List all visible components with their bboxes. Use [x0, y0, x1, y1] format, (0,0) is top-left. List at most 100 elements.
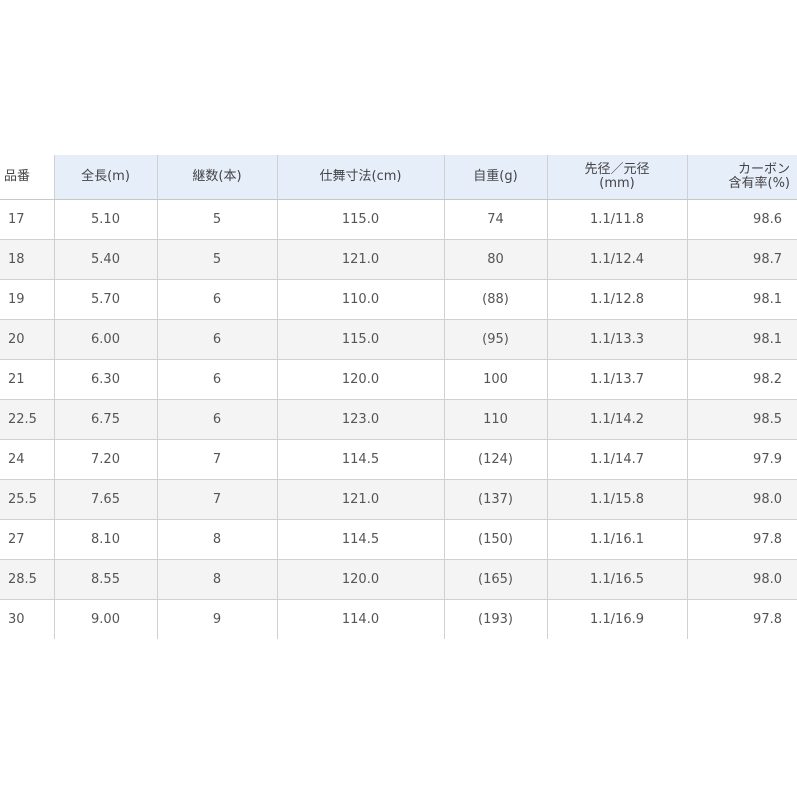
- cell-model: 30: [0, 599, 55, 639]
- table-row: 28.5 8.55 8 120.0 (165) 1.1/16.5 98.0: [0, 559, 797, 600]
- cell-sections: 5: [157, 239, 278, 280]
- cell-model: 18: [0, 239, 55, 280]
- cell-diameter: 1.1/15.8: [547, 479, 688, 520]
- cell-model: 17: [0, 199, 55, 240]
- header-closed-length: 仕舞寸法(cm): [277, 155, 445, 200]
- cell-sections: 6: [157, 279, 278, 320]
- cell-weight: (165): [444, 559, 548, 600]
- cell-model: 21: [0, 359, 55, 400]
- table-row: 27 8.10 8 114.5 (150) 1.1/16.1 97.8: [0, 519, 797, 560]
- cell-length: 5.10: [54, 199, 158, 240]
- table-row: 21 6.30 6 120.0 100 1.1/13.7 98.2: [0, 359, 797, 400]
- cell-diameter: 1.1/13.7: [547, 359, 688, 400]
- table-row: 19 5.70 6 110.0 (88) 1.1/12.8 98.1: [0, 279, 797, 320]
- header-model-label: 品番: [4, 169, 31, 184]
- header-row: 品番 全長(m) 継数(本) 仕舞寸法(cm) 自重(g) 先径／元径 (mm)…: [0, 155, 797, 200]
- cell-carbon: 97.8: [687, 519, 797, 560]
- cell-carbon: 98.0: [687, 559, 797, 600]
- table-row: 20 6.00 6 115.0 (95) 1.1/13.3 98.1: [0, 319, 797, 360]
- cell-length: 5.40: [54, 239, 158, 280]
- cell-diameter: 1.1/16.5: [547, 559, 688, 600]
- header-length-label: 全長(m): [81, 169, 130, 184]
- cell-weight: 110: [444, 399, 548, 440]
- header-model: 品番: [0, 155, 55, 200]
- cell-closed-length: 115.0: [277, 319, 445, 360]
- cell-carbon: 98.2: [687, 359, 797, 400]
- table-row: 24 7.20 7 114.5 (124) 1.1/14.7 97.9: [0, 439, 797, 480]
- cell-closed-length: 115.0: [277, 199, 445, 240]
- cell-carbon: 98.6: [687, 199, 797, 240]
- spec-table: 品番 全長(m) 継数(本) 仕舞寸法(cm) 自重(g) 先径／元径 (mm)…: [0, 155, 797, 639]
- cell-model: 22.5: [0, 399, 55, 440]
- cell-diameter: 1.1/11.8: [547, 199, 688, 240]
- cell-model: 24: [0, 439, 55, 480]
- cell-carbon: 97.8: [753, 612, 782, 627]
- cell-weight: (88): [444, 279, 548, 320]
- cell-sections: 7: [157, 479, 278, 520]
- cell-weight: (137): [444, 479, 548, 520]
- cell-diameter: 1.1/16.1: [547, 519, 688, 560]
- cell-length: 7.20: [54, 439, 158, 480]
- cell-length: 5.70: [54, 279, 158, 320]
- cell-length: 6.30: [54, 359, 158, 400]
- cell-closed-length: 114.0: [277, 599, 445, 639]
- table-body: 17 5.10 5 115.0 74 1.1/11.8 98.6 18 5.40 5 121.0 80…: [0, 199, 797, 639]
- header-sections-label: 継数(本): [192, 169, 242, 184]
- cell-diameter: 1.1/13.3: [547, 319, 688, 360]
- cell-diameter: 1.1/14.7: [547, 439, 688, 480]
- cell-closed-length: 121.0: [277, 479, 445, 520]
- cell-length: 8.55: [54, 559, 158, 600]
- cell-diameter: 1.1/14.2: [547, 399, 688, 440]
- cell-carbon: 98.1: [687, 279, 797, 320]
- cell-closed-length: 110.0: [277, 279, 445, 320]
- cell-closed-length: 114.5: [277, 439, 445, 480]
- table-row: 18 5.40 5 121.0 80 1.1/12.4 98.7: [0, 239, 797, 280]
- cell-carbon: 98.1: [687, 319, 797, 360]
- table-row: 17 5.10 5 115.0 74 1.1/11.8 98.6: [0, 199, 797, 240]
- table-row: 25.5 7.65 7 121.0 (137) 1.1/15.8 98.0: [0, 479, 797, 520]
- cell-model: 25.5: [0, 479, 55, 520]
- cell-model: 27: [0, 519, 55, 560]
- cell-weight: (193): [444, 599, 548, 639]
- cell-sections: 6: [157, 399, 278, 440]
- cell-weight: 100: [444, 359, 548, 400]
- cell-carbon: 98.0: [687, 479, 797, 520]
- cell-sections: 9: [157, 599, 278, 639]
- header-carbon-unit: 含有率(%): [728, 176, 791, 191]
- cell-carbon: 97.9: [687, 439, 797, 480]
- cell-model: 28.5: [0, 559, 55, 600]
- header-diameter-label: 先径／元径: [584, 162, 650, 177]
- header-weight: 自重(g): [444, 155, 548, 200]
- header-closed-length-label: 仕舞寸法(cm): [319, 169, 402, 184]
- cell-weight: 80: [444, 239, 548, 280]
- cell-carbon: 98.7: [687, 239, 797, 280]
- cell-length: 9.00: [54, 599, 158, 639]
- cell-model: 19: [0, 279, 55, 320]
- cell-weight: (124): [444, 439, 548, 480]
- header-carbon: カーボン 含有率(%): [687, 155, 797, 200]
- cell-sections: 6: [157, 359, 278, 400]
- table-row: 22.5 6.75 6 123.0 110 1.1/14.2 98.5: [0, 399, 797, 440]
- header-sections: 継数(本): [157, 155, 278, 200]
- header-diameter: 先径／元径 (mm): [547, 155, 688, 200]
- cell-length: 8.10: [54, 519, 158, 560]
- cell-closed-length: 120.0: [277, 559, 445, 600]
- cell-weight: (150): [444, 519, 548, 560]
- cell-diameter: 1.1/12.4: [547, 239, 688, 280]
- cell-length: 7.65: [54, 479, 158, 520]
- header-diameter-unit: (mm): [599, 176, 635, 191]
- cell-sections: 7: [157, 439, 278, 480]
- cell-closed-length: 114.5: [277, 519, 445, 560]
- table-row: 30 9.00 9 114.0 (193) 1.1/16.9 97.8: [0, 599, 797, 639]
- cell-closed-length: 120.0: [277, 359, 445, 400]
- cell-length: 6.75: [54, 399, 158, 440]
- cell-closed-length: 121.0: [277, 239, 445, 280]
- cell-carbon: 98.5: [687, 399, 797, 440]
- header-weight-label: 自重(g): [473, 169, 518, 184]
- header-carbon-label: カーボン: [737, 162, 790, 177]
- cell-diameter: 1.1/16.9: [547, 599, 688, 639]
- cell-diameter: 1.1/12.8: [547, 279, 688, 320]
- cell-closed-length: 123.0: [277, 399, 445, 440]
- cell-sections: 8: [157, 519, 278, 560]
- cell-weight: 74: [444, 199, 548, 240]
